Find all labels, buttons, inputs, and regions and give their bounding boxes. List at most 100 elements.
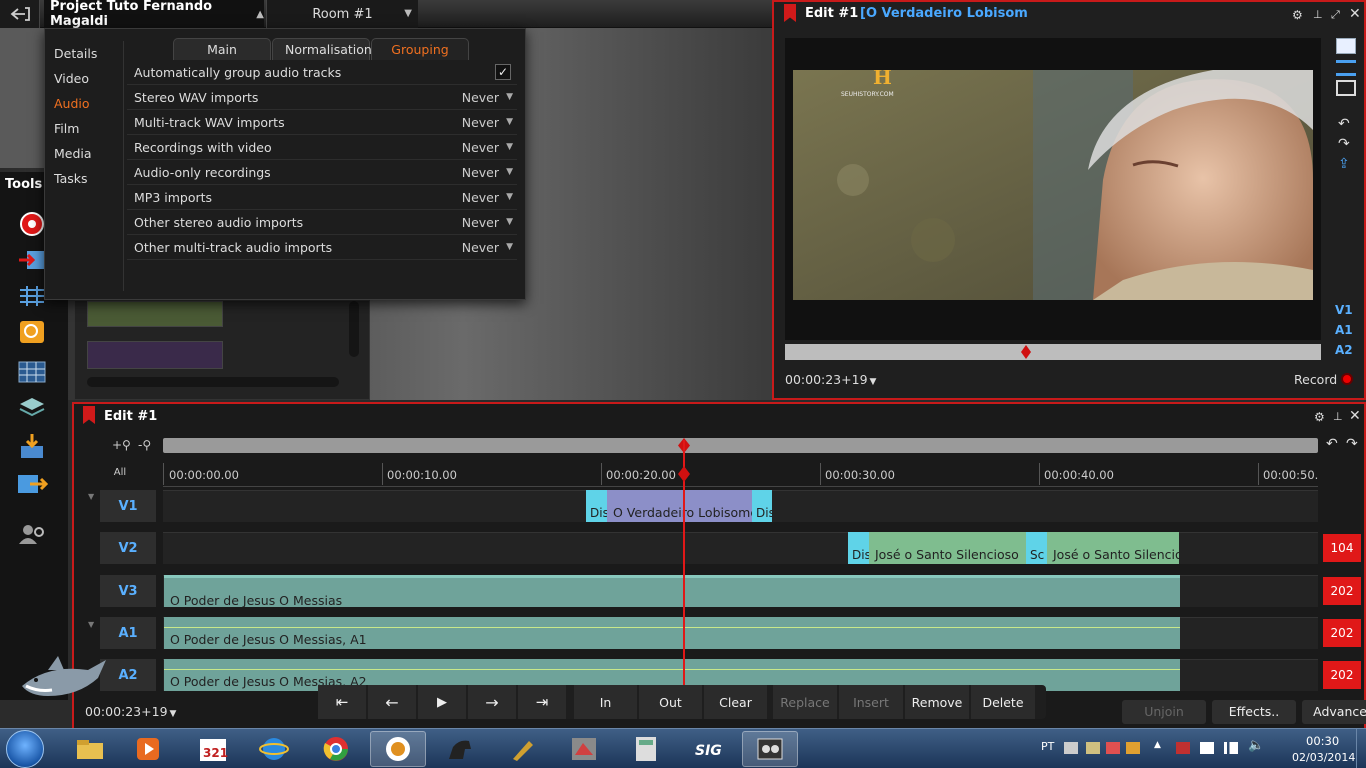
internet-explorer-task-icon[interactable] [246, 731, 302, 767]
grid-tool-icon[interactable] [14, 358, 50, 386]
lightworks-task-icon[interactable] [742, 731, 798, 767]
chevron-down-icon[interactable]: ▼ [506, 85, 513, 110]
clip-thumbnail[interactable] [87, 301, 223, 327]
chevron-down-icon[interactable]: ▼ [506, 235, 513, 260]
pin-icon[interactable]: ⊥ [1313, 8, 1323, 21]
security-icon[interactable] [1126, 742, 1140, 754]
clip-thumbnail[interactable] [87, 341, 223, 369]
calculator-task-icon[interactable] [618, 731, 674, 767]
exit-button[interactable] [0, 0, 40, 28]
video-clip[interactable]: O Verdadeiro Lobisomem [607, 490, 752, 522]
network-alert-icon[interactable] [1106, 742, 1120, 754]
transition-clip[interactable]: Dis [848, 532, 869, 564]
viewer-timecode[interactable]: 00:00:23+19 ▼ [785, 372, 876, 387]
horse-app-task-icon[interactable] [432, 731, 488, 767]
tool-app-task-icon[interactable] [494, 731, 550, 767]
play-button[interactable]: ▶ [418, 685, 466, 719]
viewer-scrubber[interactable] [785, 344, 1321, 360]
usb-icon[interactable] [1200, 742, 1214, 754]
browser-vscrollbar[interactable] [349, 301, 359, 357]
delete-button[interactable]: Delete [971, 685, 1035, 719]
project-title[interactable]: Project Tuto Fernando Magaldi ▲ [44, 0, 264, 29]
maximize-icon[interactable]: ⤢ [1331, 8, 1340, 22]
calendar-task-icon[interactable]: 321 [185, 731, 241, 767]
setting-value-select[interactable]: Never [462, 110, 499, 135]
keyboard-icon[interactable] [1064, 742, 1078, 754]
clock-date[interactable]: 02/03/2014 [1292, 751, 1355, 764]
timeline-scrollbar[interactable] [163, 438, 1318, 453]
track-header-v2[interactable]: V2 [100, 532, 156, 564]
nav-media[interactable]: Media [45, 141, 123, 166]
video-clip[interactable]: O Poder de Jesus O Messias [164, 575, 1180, 607]
show-hidden-icons[interactable]: ▲ [1154, 740, 1161, 750]
mark-in-button[interactable]: In [574, 685, 637, 719]
show-desktop-button[interactable] [1356, 729, 1366, 768]
viewer-track-a1[interactable]: A1 [1335, 323, 1353, 337]
setting-value-select[interactable]: Never [462, 135, 499, 160]
close-icon[interactable]: ✕ [1349, 6, 1361, 22]
volume-icon[interactable]: 🔈 [1248, 738, 1264, 753]
audio-clip[interactable]: O Poder de Jesus O Messias, A1 [164, 617, 1180, 649]
track-header-a2[interactable]: A2 [100, 659, 156, 691]
nav-details[interactable]: Details [45, 41, 123, 66]
viewer-track-v1[interactable]: V1 [1335, 303, 1353, 317]
pin-icon[interactable]: ⊥ [1333, 410, 1343, 423]
transition-clip[interactable]: Dis [586, 490, 607, 522]
track-header-a1[interactable]: A1 [100, 617, 156, 649]
step-back-button[interactable]: ← [368, 685, 416, 719]
video-clip[interactable]: José o Santo Silencioso [869, 532, 1026, 564]
signal-icon[interactable] [1224, 742, 1238, 754]
nav-audio[interactable]: Audio [45, 91, 123, 116]
collapse-icon[interactable]: ▼ [88, 492, 94, 501]
go-to-end-button[interactable]: ⇥ [518, 685, 566, 719]
setting-value-select[interactable]: Never [462, 235, 499, 260]
replace-button[interactable]: Replace [773, 685, 837, 719]
go-to-start-button[interactable]: ⇤ [318, 685, 366, 719]
zoom-out-icon[interactable]: -⚲ [138, 438, 151, 452]
undo-icon[interactable]: ↶ [1338, 116, 1350, 132]
gear-icon[interactable]: ⚙ [1292, 8, 1303, 22]
unjoin-button[interactable]: Unjoin [1122, 700, 1206, 724]
remove-button[interactable]: Remove [905, 685, 969, 719]
printer-icon[interactable] [1086, 742, 1100, 754]
nav-film[interactable]: Film [45, 116, 123, 141]
insert-button[interactable]: Insert [839, 685, 903, 719]
chevron-down-icon[interactable]: ▼ [506, 185, 513, 210]
action-center-icon[interactable] [1176, 742, 1190, 754]
export-tool-icon[interactable] [14, 432, 50, 460]
effects-button[interactable]: Effects.. [1212, 700, 1296, 724]
track-header-v1[interactable]: V1 [100, 490, 156, 522]
setting-value-select[interactable]: Never [462, 85, 499, 110]
nav-tasks[interactable]: Tasks [45, 166, 123, 191]
tab-main[interactable]: Main [173, 38, 271, 60]
tab-normalisation[interactable]: Normalisation [272, 38, 372, 60]
sigil-task-icon[interactable]: SIG [680, 731, 736, 767]
setting-value-select[interactable]: Never [462, 210, 499, 235]
video-clip[interactable]: José o Santo Silencioso [1047, 532, 1179, 564]
timeline-timecode[interactable]: 00:00:23+19 ▼ [85, 704, 176, 719]
setting-value-select[interactable]: Never [462, 160, 499, 185]
undo-icon[interactable]: ↶ [1326, 436, 1338, 452]
transition-clip[interactable]: Sc [1026, 532, 1047, 564]
redo-icon[interactable]: ↷ [1346, 436, 1358, 452]
folder-icon[interactable] [1336, 38, 1356, 54]
step-forward-button[interactable]: → [468, 685, 516, 719]
image-app-task-icon[interactable] [556, 731, 612, 767]
language-indicator[interactable]: PT [1041, 740, 1054, 753]
explorer-task-icon[interactable] [62, 731, 118, 767]
redo-icon[interactable]: ↷ [1338, 136, 1350, 152]
tab-grouping[interactable]: Grouping [371, 38, 469, 60]
media-player-task-icon[interactable] [120, 731, 176, 767]
chevron-down-icon[interactable]: ▼ [506, 160, 513, 185]
upload-icon[interactable]: ⇪ [1338, 156, 1350, 172]
start-button[interactable] [6, 730, 44, 768]
chevron-down-icon[interactable]: ▼ [506, 110, 513, 135]
layers-tool-icon[interactable] [14, 394, 50, 422]
clock-time[interactable]: 00:30 [1306, 734, 1339, 748]
clear-button[interactable]: Clear [704, 685, 767, 719]
chrome-task-icon[interactable] [308, 731, 364, 767]
auto-group-checkbox[interactable]: ✓ [495, 64, 511, 80]
chevron-down-icon[interactable]: ▼ [506, 135, 513, 160]
mark-out-button[interactable]: Out [639, 685, 702, 719]
gear-icon[interactable]: ⚙ [1314, 410, 1325, 424]
